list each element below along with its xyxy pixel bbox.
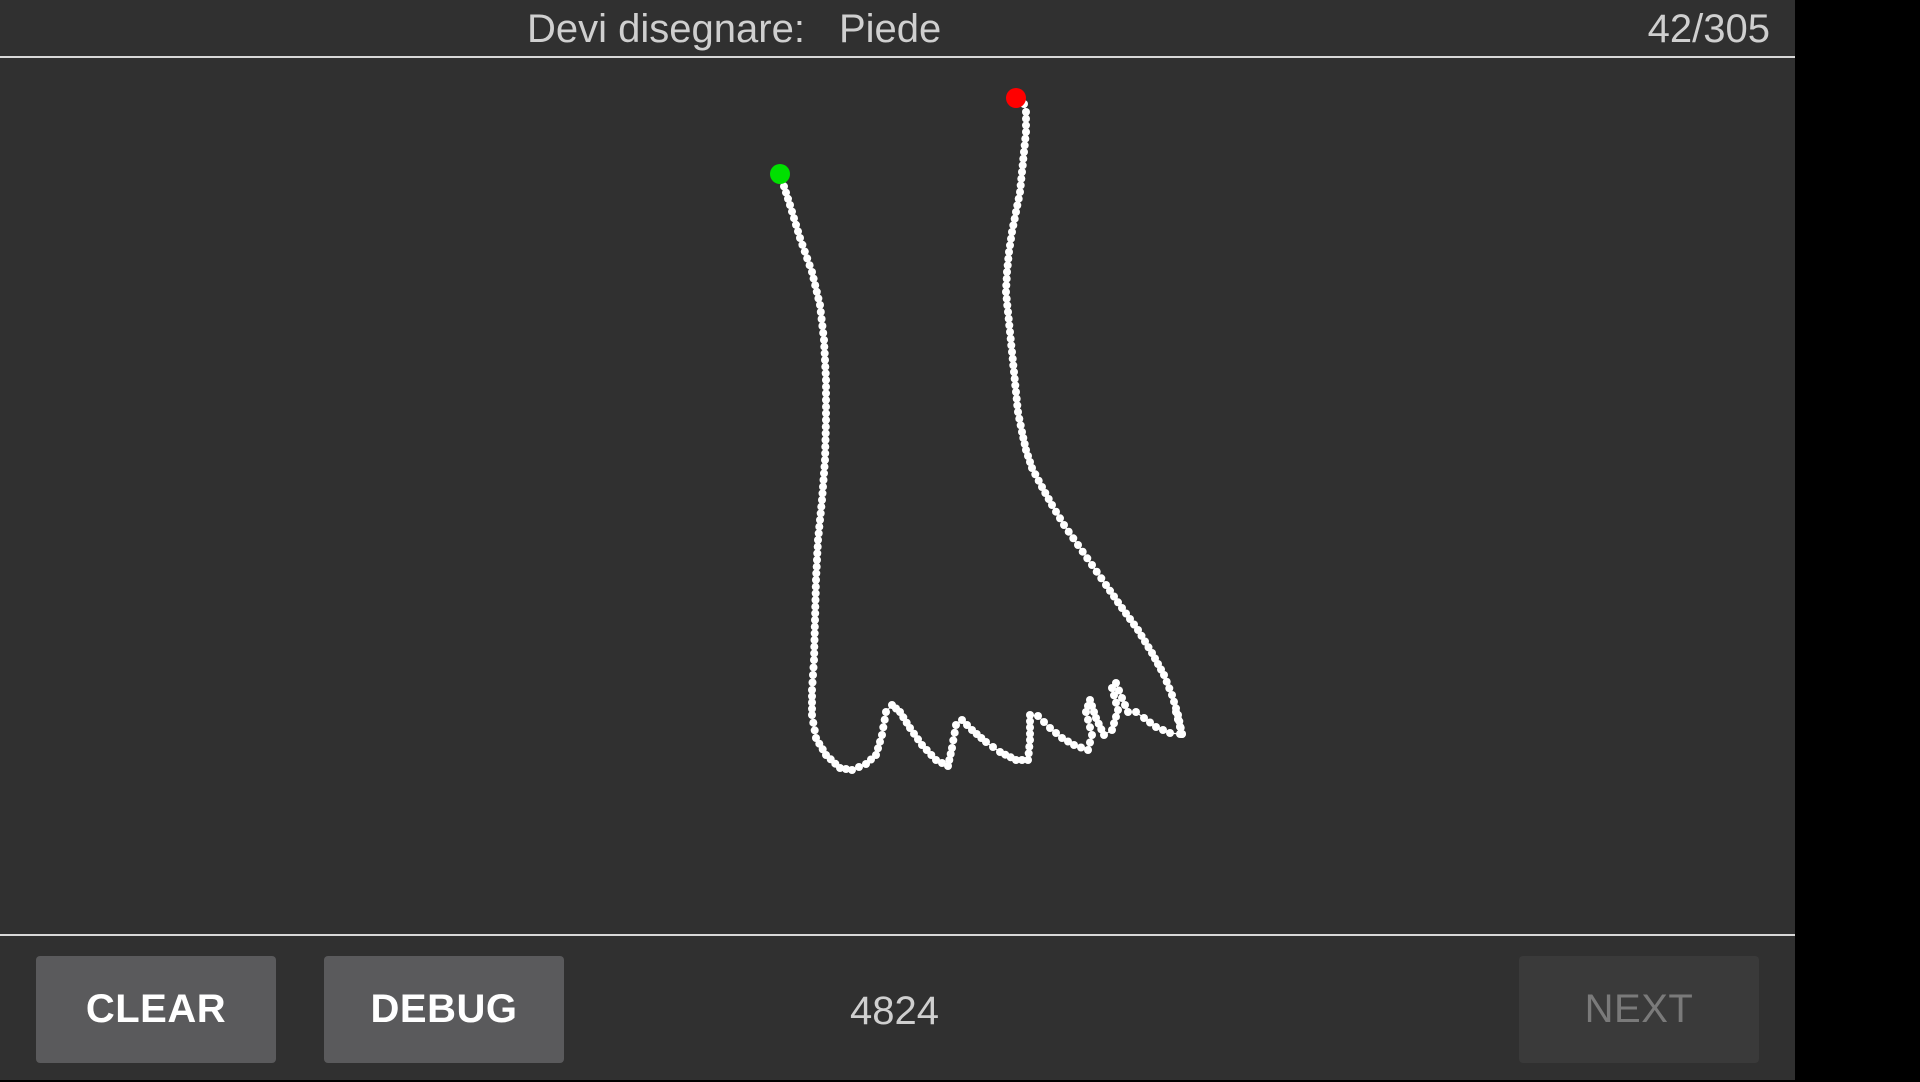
stroke-point bbox=[989, 743, 997, 751]
target-word: Piede bbox=[838, 7, 942, 51]
stroke-point bbox=[796, 234, 804, 242]
stroke-point bbox=[1118, 694, 1126, 702]
stroke-point bbox=[1015, 414, 1024, 423]
stroke-point bbox=[1013, 201, 1022, 210]
debug-button[interactable]: DEBUG bbox=[324, 956, 564, 1063]
stroke-point bbox=[1132, 708, 1140, 716]
stroke-point bbox=[1121, 701, 1129, 709]
stroke-point bbox=[1070, 741, 1078, 749]
stroke-point bbox=[1115, 686, 1123, 695]
stroke-point bbox=[1084, 715, 1092, 724]
stroke-point bbox=[1026, 711, 1034, 719]
next-button[interactable]: NEXT bbox=[1519, 956, 1759, 1063]
stroke-point bbox=[1069, 534, 1078, 543]
stroke-point bbox=[809, 671, 817, 679]
stroke-point bbox=[1112, 679, 1120, 687]
stroke-point bbox=[950, 728, 959, 737]
stroke-point bbox=[816, 308, 825, 316]
stroke-point bbox=[809, 663, 818, 672]
stroke-point bbox=[1034, 712, 1042, 720]
stroke-point bbox=[880, 715, 889, 724]
stroke-point bbox=[1159, 726, 1167, 734]
header-bar: Devi disegnare: Piede 42/305 bbox=[0, 0, 1795, 58]
stroke-point bbox=[808, 678, 817, 687]
stroke-point bbox=[800, 247, 809, 256]
stroke-point bbox=[809, 718, 818, 727]
stroke-points bbox=[776, 100, 1186, 774]
drawing-canvas[interactable] bbox=[0, 58, 1795, 934]
stroke-point bbox=[1092, 567, 1101, 576]
stroke-point bbox=[1086, 738, 1094, 747]
stroke-point bbox=[798, 240, 807, 249]
stroke-point bbox=[1124, 708, 1132, 716]
stroke-point bbox=[1052, 507, 1060, 516]
stroke-point bbox=[1078, 547, 1087, 556]
side-black-bar bbox=[1795, 0, 1920, 1080]
stroke-point bbox=[1008, 228, 1016, 236]
stroke-point bbox=[1088, 731, 1096, 739]
stroke-point bbox=[816, 301, 824, 309]
score-value: 4824 bbox=[850, 989, 939, 1033]
stroke-point bbox=[810, 726, 819, 735]
stroke-point bbox=[1086, 723, 1094, 732]
stroke-point bbox=[1166, 729, 1174, 737]
stroke-point bbox=[1012, 208, 1020, 216]
stroke-point bbox=[848, 766, 856, 774]
stroke-point bbox=[817, 315, 826, 323]
stroke-point bbox=[808, 711, 816, 719]
stroke-point bbox=[1152, 723, 1160, 731]
stroke-point bbox=[803, 254, 812, 263]
stroke-point bbox=[1064, 527, 1073, 536]
stroke-point bbox=[855, 763, 863, 771]
stroke-point bbox=[948, 744, 956, 752]
stroke-point bbox=[1009, 221, 1018, 230]
stroke-point bbox=[882, 708, 890, 716]
stroke-point bbox=[1016, 421, 1025, 430]
footer-bar: CLEAR DEBUG 4824 NEXT bbox=[0, 934, 1795, 1082]
clear-button[interactable]: CLEAR bbox=[36, 956, 276, 1063]
stroke-point bbox=[810, 656, 818, 664]
stroke-point bbox=[819, 329, 828, 337]
stroke-point bbox=[982, 738, 990, 746]
stroke-point bbox=[1100, 731, 1108, 739]
stroke-point bbox=[1040, 718, 1048, 726]
stroke-point bbox=[949, 736, 958, 745]
stroke-path bbox=[779, 103, 1183, 771]
stroke-point bbox=[1074, 541, 1082, 549]
progress-counter: 42/305 bbox=[1647, 7, 1770, 51]
start-point-marker bbox=[770, 164, 790, 184]
stroke-point bbox=[879, 723, 888, 732]
stroke-point bbox=[1097, 574, 1106, 583]
stroke-point bbox=[1102, 581, 1110, 589]
stroke-point bbox=[1010, 214, 1019, 223]
stroke-point bbox=[1084, 746, 1092, 754]
drawing-app: Devi disegnare: Piede 42/305 CLEAR DEBUG … bbox=[0, 0, 1795, 1080]
stroke-point bbox=[878, 731, 886, 739]
stroke-point bbox=[1088, 561, 1096, 569]
stroke-point bbox=[805, 261, 814, 270]
end-point-marker bbox=[1006, 88, 1026, 108]
stroke-point bbox=[1083, 554, 1092, 563]
stroke-point bbox=[1007, 234, 1015, 243]
sketch-svg bbox=[770, 88, 1186, 774]
prompt-label: Devi disegnare: bbox=[527, 7, 805, 51]
stroke-point bbox=[1114, 706, 1122, 714]
stroke-point bbox=[1014, 194, 1023, 203]
stroke-point bbox=[1005, 248, 1013, 256]
stroke-point bbox=[1018, 428, 1026, 436]
drawing-prompt: Devi disegnare: Piede bbox=[527, 4, 941, 54]
stroke-point bbox=[1077, 743, 1085, 752]
stroke-point bbox=[818, 322, 827, 330]
stroke-point bbox=[1022, 108, 1030, 116]
stroke-point bbox=[1060, 521, 1068, 529]
